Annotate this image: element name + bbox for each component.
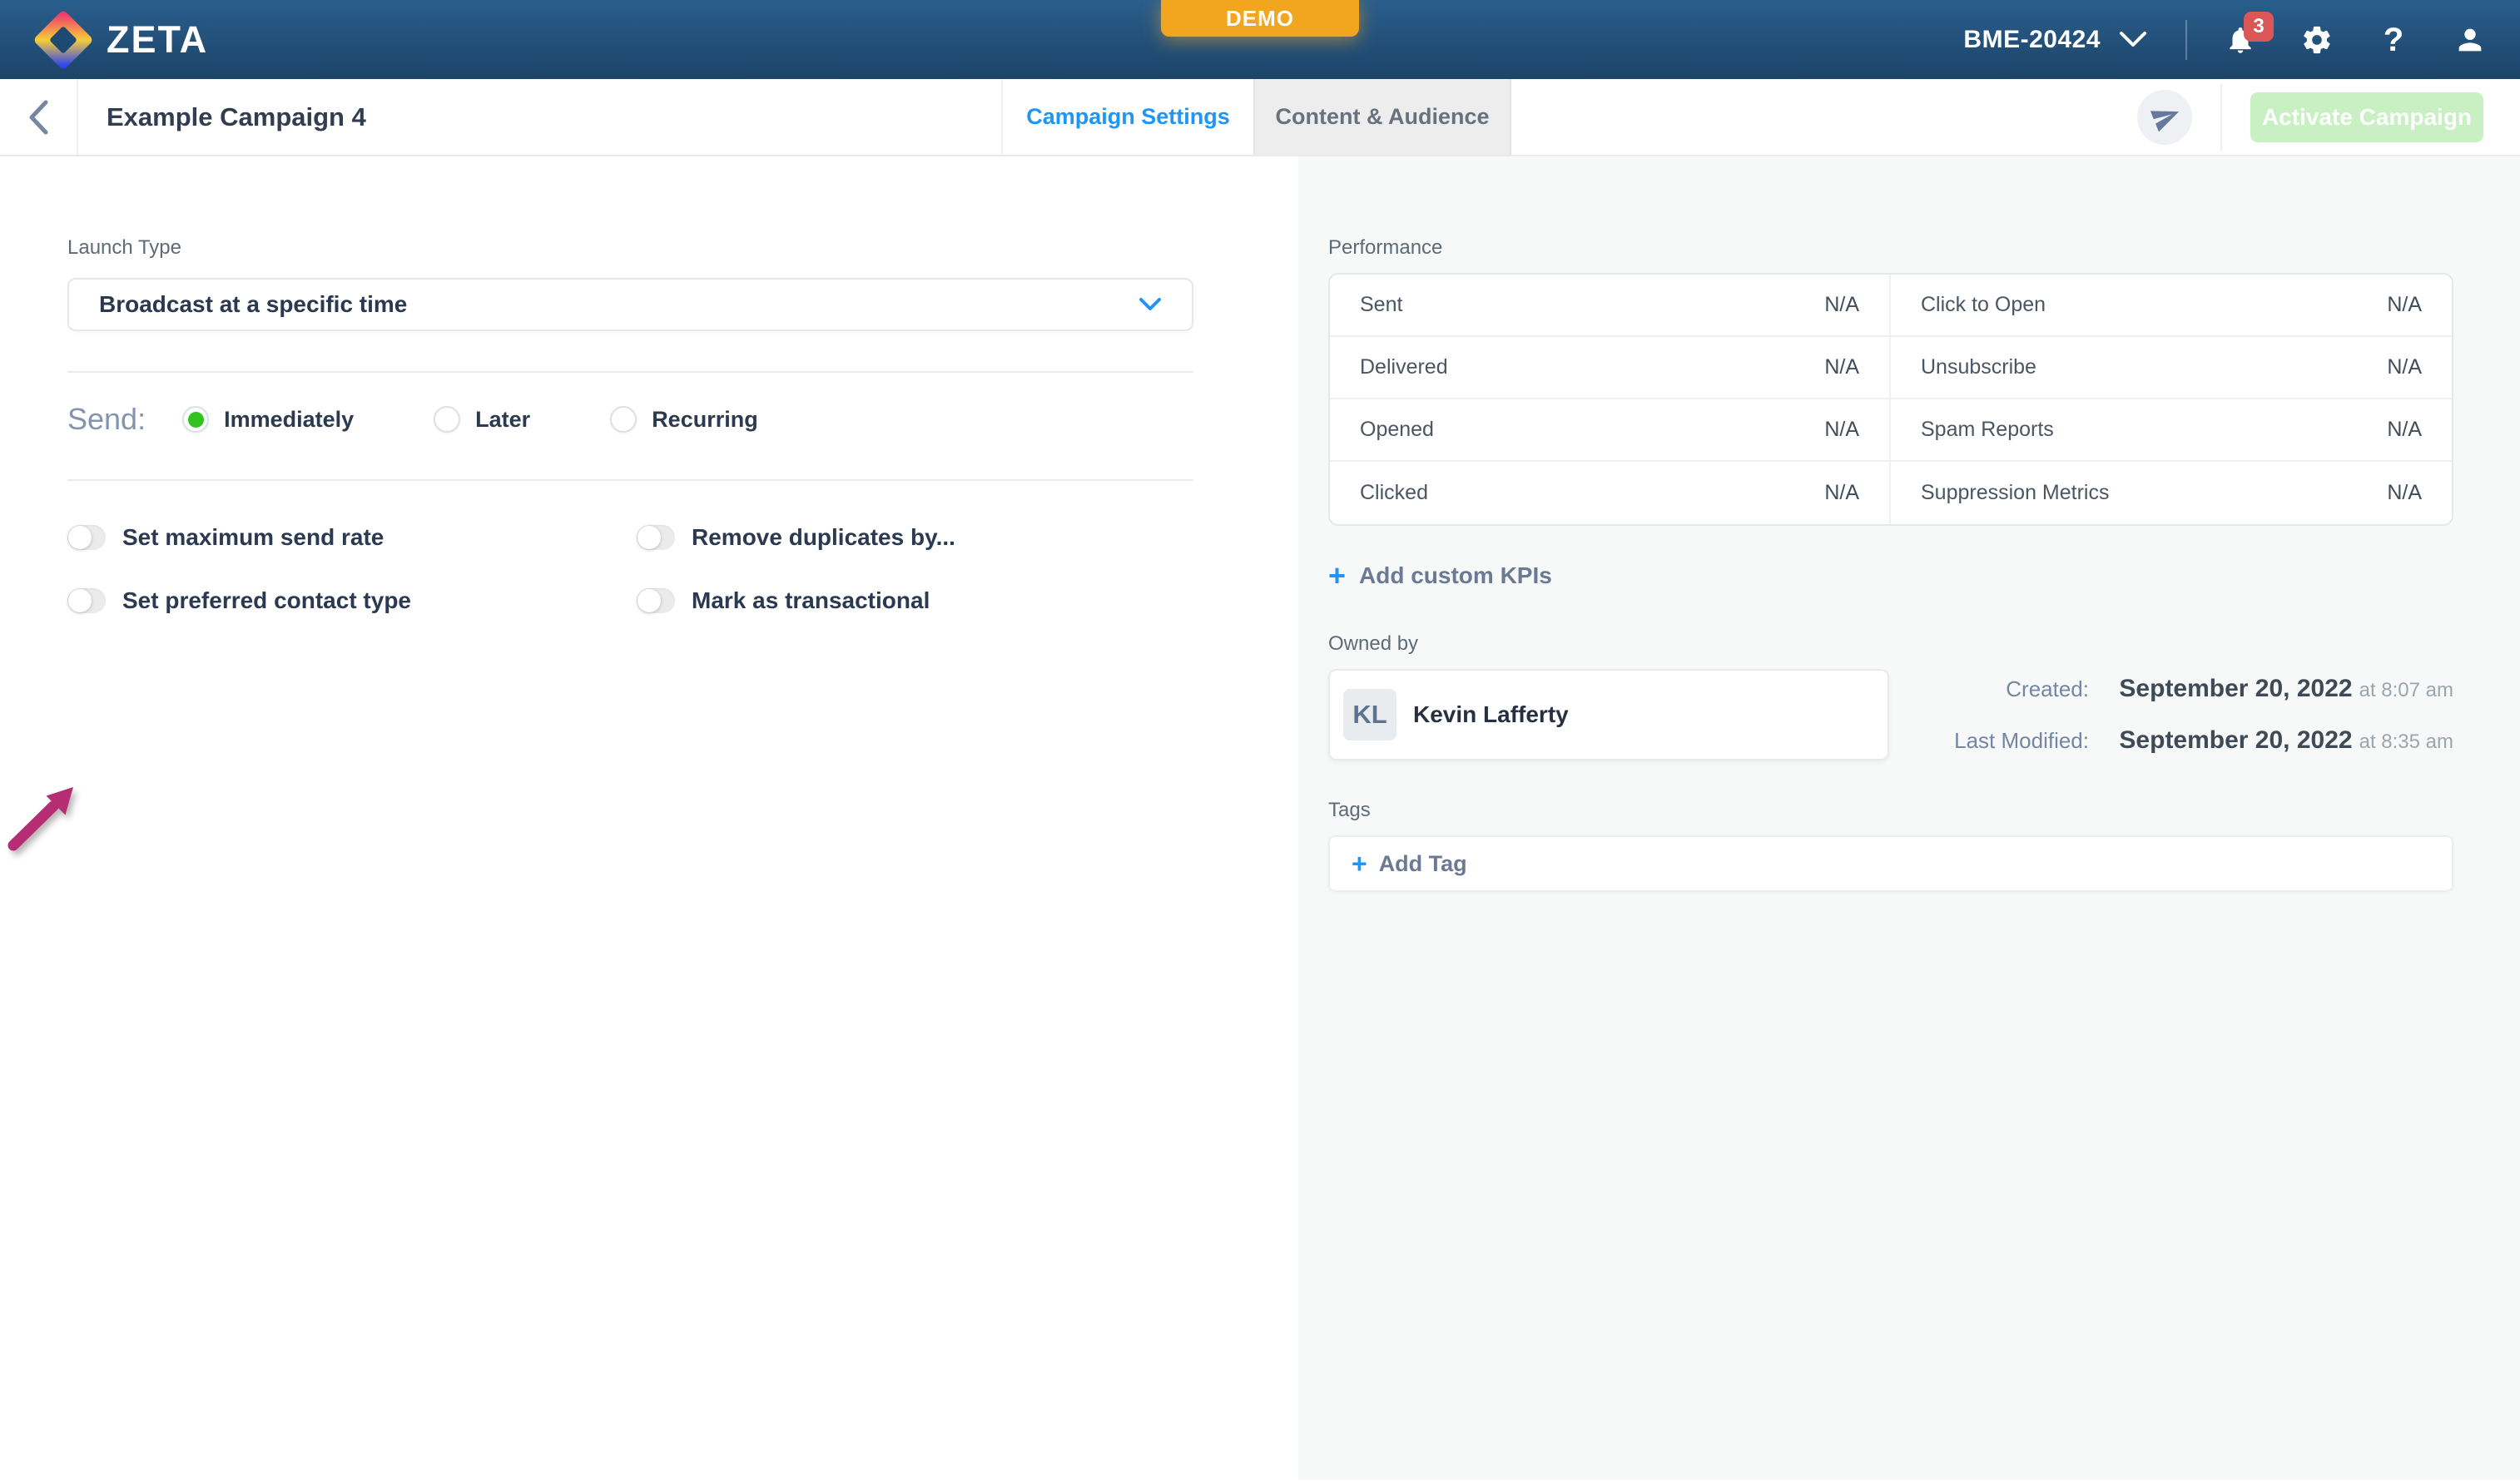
tags-section-label: Tags	[1328, 799, 2453, 822]
divider	[67, 479, 1193, 481]
question-mark-icon: ?	[2384, 23, 2403, 57]
last-modified-time: at 8:35 am	[2359, 731, 2453, 753]
annotation-arrow	[3, 772, 87, 855]
radio-immediately[interactable]: Immediately	[182, 406, 354, 433]
tab-campaign-settings[interactable]: Campaign Settings	[1001, 79, 1253, 155]
navbar-divider	[2185, 20, 2187, 60]
notifications-button[interactable]: 3	[2224, 23, 2257, 57]
tab-content-audience[interactable]: Content & Audience	[1253, 79, 1511, 155]
add-tag-label: Add Tag	[1379, 851, 1467, 877]
back-button[interactable]	[0, 79, 78, 155]
navbar-right-cluster: BME-20424 3 ?	[1963, 0, 2487, 79]
radio-dot	[188, 412, 204, 428]
metric-click-to-open: Click to Open N/A	[1891, 275, 2452, 337]
person-icon	[2453, 23, 2487, 57]
header-actions: Activate Campaign	[2137, 79, 2483, 155]
metric-opened: Opened N/A	[1330, 399, 1891, 462]
add-tag-box[interactable]: + Add Tag	[1328, 835, 2453, 892]
toggle-knob	[68, 526, 92, 549]
plus-icon: +	[1328, 561, 1346, 591]
last-modified-row: Last Modified: September 20, 2022 at 8:35…	[1889, 726, 2453, 755]
paper-plane-icon	[2146, 97, 2185, 136]
zeta-diamond-icon	[32, 9, 94, 71]
campaign-header: Example Campaign 4 Campaign Settings Con…	[0, 79, 2520, 156]
campaign-meta: Created: September 20, 2022 at 8:07 am La…	[1889, 669, 2453, 760]
logo-text: ZETA	[107, 18, 208, 62]
created-label: Created:	[1889, 676, 2089, 702]
toggle-knob	[637, 589, 661, 612]
radio-circle	[610, 406, 637, 433]
toggle-knob	[68, 589, 92, 612]
demo-badge: DEMO	[1161, 0, 1359, 37]
last-modified-label: Last Modified:	[1889, 728, 2089, 754]
toggle-set-maximum-send-rate[interactable]: Set maximum send rate	[67, 524, 637, 551]
owner-name: Kevin Lafferty	[1413, 701, 1569, 728]
header-divider	[2220, 84, 2222, 151]
metric-sent: Sent N/A	[1330, 275, 1891, 337]
send-test-button[interactable]	[2137, 90, 2192, 145]
top-navbar: ZETA DEMO BME-20424 3 ?	[0, 0, 2520, 79]
owner-avatar: KL	[1343, 689, 1396, 740]
campaign-tabs: Campaign Settings Content & Audience	[1001, 79, 1511, 155]
radio-circle	[434, 406, 460, 433]
send-label: Send:	[67, 402, 146, 437]
activate-campaign-button[interactable]: Activate Campaign	[2250, 92, 2483, 142]
plus-icon: +	[1352, 850, 1367, 877]
zeta-logo[interactable]: ZETA	[42, 18, 208, 62]
radio-recurring[interactable]: Recurring	[610, 406, 758, 433]
performance-section-label: Performance	[1328, 236, 2453, 260]
toggle-mark-as-transactional[interactable]: Mark as transactional	[637, 587, 1298, 614]
chevron-left-icon	[27, 99, 49, 136]
toggle-switch-off[interactable]	[67, 588, 106, 613]
performance-card: Sent N/A Delivered N/A Opened N/A Clicke…	[1328, 273, 2453, 526]
owner-card[interactable]: KL Kevin Lafferty	[1328, 669, 1889, 760]
toggle-switch-off[interactable]	[637, 525, 675, 550]
last-modified-date: September 20, 2022	[2119, 726, 2352, 754]
toggle-switch-off[interactable]	[67, 525, 106, 550]
created-time: at 8:07 am	[2359, 679, 2453, 701]
toggle-knob	[637, 526, 661, 549]
metric-delivered: Delivered N/A	[1330, 337, 1891, 399]
toggle-remove-duplicates[interactable]: Remove duplicates by...	[637, 524, 1298, 551]
send-options-row: Send: Immediately Later Recurring	[67, 393, 1298, 446]
settings-button[interactable]	[2300, 23, 2334, 57]
campaign-summary-panel: Performance Sent N/A Delivered N/A Opene…	[1298, 156, 2520, 1479]
divider	[67, 371, 1193, 373]
campaign-settings-panel: Launch Type Broadcast at a specific time…	[0, 156, 1298, 1479]
metric-clicked: Clicked N/A	[1330, 462, 1891, 524]
account-id: BME-20424	[1963, 26, 2101, 54]
send-toggles: Set maximum send rate Remove duplicates …	[67, 524, 1298, 614]
page-title: Example Campaign 4	[107, 102, 366, 132]
metric-unsubscribe: Unsubscribe N/A	[1891, 337, 2452, 399]
launch-type-select[interactable]: Broadcast at a specific time	[67, 278, 1193, 331]
launch-type-value: Broadcast at a specific time	[99, 291, 407, 318]
radio-later[interactable]: Later	[434, 406, 530, 433]
gear-icon	[2300, 23, 2334, 57]
add-custom-kpis-link[interactable]: + Add custom KPIs	[1328, 561, 2453, 591]
created-date: September 20, 2022	[2119, 675, 2352, 702]
chevron-down-icon	[2119, 31, 2147, 49]
help-button[interactable]: ?	[2377, 23, 2410, 57]
user-menu-button[interactable]	[2453, 23, 2487, 57]
created-row: Created: September 20, 2022 at 8:07 am	[1889, 675, 2453, 703]
chevron-down-icon	[1138, 297, 1162, 312]
notification-count-badge: 3	[2244, 12, 2274, 42]
account-switcher[interactable]: BME-20424	[1963, 26, 2147, 54]
radio-circle-selected	[182, 406, 209, 433]
owned-by-label: Owned by	[1328, 632, 2453, 656]
metric-suppression-metrics: Suppression Metrics N/A	[1891, 462, 2452, 524]
toggle-set-preferred-contact-type[interactable]: Set preferred contact type	[67, 587, 637, 614]
launch-type-label: Launch Type	[67, 236, 1298, 260]
toggle-switch-off[interactable]	[637, 588, 675, 613]
metric-spam-reports: Spam Reports N/A	[1891, 399, 2452, 462]
